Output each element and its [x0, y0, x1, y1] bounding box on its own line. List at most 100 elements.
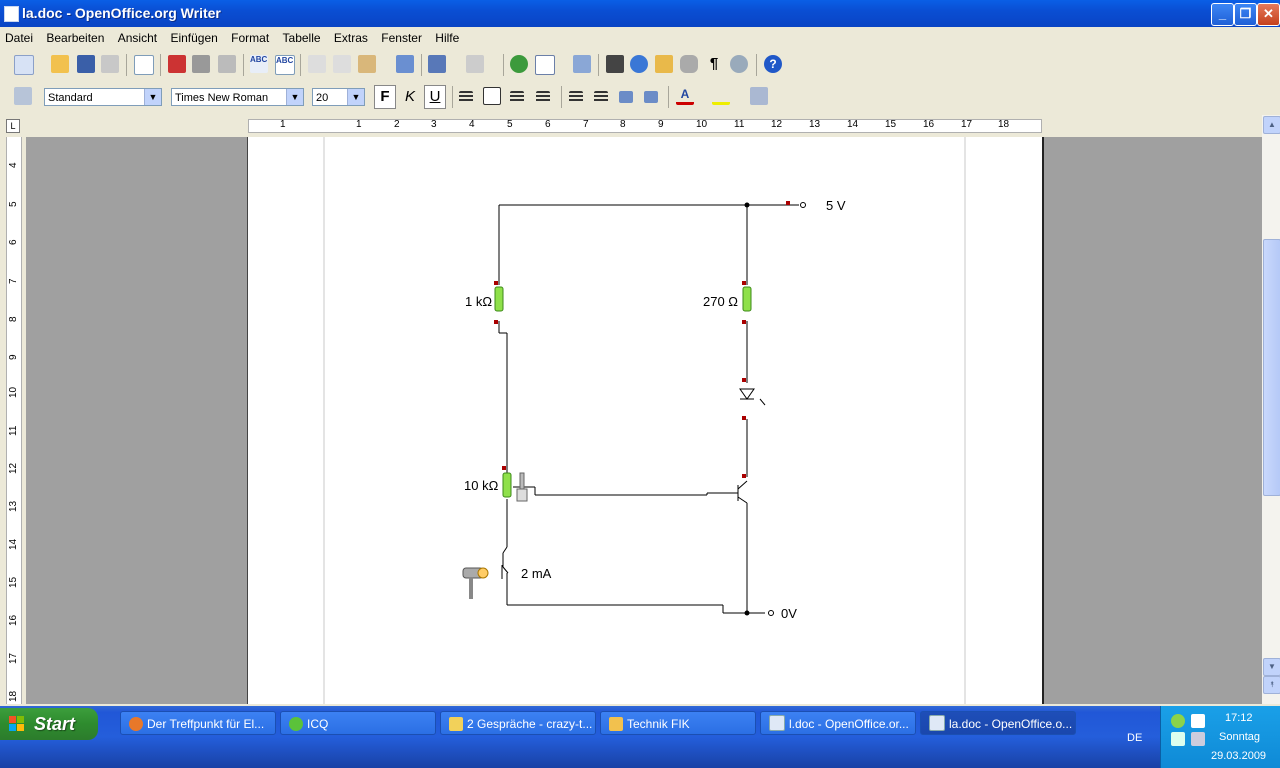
highlight-icon[interactable]	[712, 87, 730, 105]
menu-format[interactable]: Format	[226, 27, 274, 45]
save-icon[interactable]	[77, 55, 95, 73]
decrease-indent-icon[interactable]	[619, 91, 633, 103]
task-folder[interactable]: Technik FIK	[600, 711, 756, 735]
task-writer-2[interactable]: la.doc - OpenOffice.o...	[920, 711, 1076, 735]
chevron-down-icon[interactable]: ▼	[286, 89, 303, 105]
tab-stop-selector[interactable]: L	[6, 119, 20, 133]
tray-network-icon[interactable]	[1171, 732, 1185, 746]
vertical-ruler-number: 17	[8, 652, 19, 664]
task-label: Der Treffpunkt für El...	[147, 717, 265, 731]
open-icon[interactable]	[51, 55, 69, 73]
justify-icon[interactable]	[536, 91, 550, 103]
export-pdf-icon[interactable]	[168, 55, 186, 73]
previous-page-button[interactable]: ⯭	[1263, 676, 1280, 694]
edit-mode-icon[interactable]	[134, 55, 154, 75]
font-name-select[interactable]: Times New Roman ▼	[171, 88, 304, 106]
clock-time[interactable]: 17:12	[1225, 712, 1253, 724]
paragraph-style-select[interactable]: Standard ▼	[44, 88, 162, 106]
scroll-up-button[interactable]: ▲	[1263, 116, 1280, 134]
menu-datei[interactable]: Datei	[0, 27, 38, 45]
zoom-icon[interactable]	[730, 55, 748, 73]
cut-icon[interactable]	[308, 55, 326, 73]
menu-fenster[interactable]: Fenster	[376, 27, 427, 45]
bold-button[interactable]: F	[374, 85, 396, 109]
task-icq[interactable]: ICQ	[280, 711, 436, 735]
horizontal-ruler[interactable]: L 1 1 2 3 4 5 6 7 8 9 10 11 12 13 14 15 16 17 18	[0, 115, 1262, 138]
menu-bearbeiten[interactable]: Bearbeiten	[41, 27, 109, 45]
menu-ansicht[interactable]: Ansicht	[113, 27, 162, 45]
find-replace-icon[interactable]	[606, 55, 624, 73]
vertical-scrollbar[interactable]: ▲ ▼ ⯭	[1262, 115, 1280, 704]
ruler-number: 1	[356, 119, 362, 130]
task-firefox[interactable]: Der Treffpunkt für El...	[120, 711, 276, 735]
tray-icq-icon[interactable]	[1171, 714, 1185, 728]
align-center-icon[interactable]	[483, 87, 501, 105]
vertical-ruler-number: 14	[8, 538, 19, 550]
show-draw-functions-icon[interactable]	[573, 55, 591, 73]
task-writer-1[interactable]: l.doc - OpenOffice.or...	[760, 711, 916, 735]
menu-tabelle[interactable]: Tabelle	[278, 27, 326, 45]
increase-indent-icon[interactable]	[644, 91, 658, 103]
vertical-ruler[interactable]: 4 5 6 7 8 9 10 11 12 13 14 15 16 17 18	[0, 137, 26, 704]
font-size-select[interactable]: 20 ▼	[312, 88, 365, 106]
copy-icon[interactable]	[333, 55, 351, 73]
autospellcheck-icon[interactable]: ABC	[275, 55, 295, 75]
task-chat[interactable]: 2 Gespräche - crazy-t...	[440, 711, 596, 735]
r1-label: 1 kΩ	[465, 294, 492, 309]
windows-flag-icon	[9, 716, 24, 731]
underline-button[interactable]: U	[424, 85, 446, 109]
scroll-down-button[interactable]: ▼	[1263, 658, 1280, 676]
start-label: Start	[34, 714, 76, 734]
print-preview-icon[interactable]	[218, 55, 236, 73]
align-left-icon[interactable]	[459, 91, 473, 103]
menu-extras[interactable]: Extras	[329, 27, 373, 45]
window-title: la.doc - OpenOffice.org Writer	[22, 5, 221, 21]
spellcheck-icon[interactable]: ABC	[250, 55, 268, 73]
menu-hilfe[interactable]: Hilfe	[430, 27, 464, 45]
chevron-down-icon[interactable]: ▼	[144, 89, 161, 105]
align-right-icon[interactable]	[510, 91, 524, 103]
styles-formatting-icon[interactable]	[14, 87, 32, 105]
paste-icon[interactable]	[358, 55, 376, 73]
data-sources-icon[interactable]	[680, 55, 698, 73]
restore-button[interactable]: ❐	[1234, 3, 1257, 26]
tray-zone-icon[interactable]	[1191, 714, 1205, 728]
pilcrow-icon[interactable]: ¶	[705, 55, 723, 73]
vertical-ruler-number: 11	[8, 425, 19, 436]
start-button[interactable]: Start	[0, 708, 98, 740]
gallery-icon[interactable]	[655, 55, 673, 73]
print-icon[interactable]	[192, 55, 210, 73]
taskbar: Start Der Treffpunkt für El... ICQ 2 Ges…	[0, 706, 1280, 768]
email-icon[interactable]	[101, 55, 119, 73]
writer-app-icon[interactable]	[4, 6, 19, 22]
ruler-number: 11	[734, 119, 745, 130]
numbering-icon[interactable]	[569, 91, 583, 103]
chevron-down-icon[interactable]: ▼	[347, 89, 364, 105]
tray-monitor-icon[interactable]	[1191, 732, 1205, 746]
help-icon[interactable]: ?	[764, 55, 782, 73]
table-icon[interactable]	[535, 55, 555, 75]
paragraph-style-value: Standard	[48, 92, 93, 104]
ruler-number: 6	[545, 119, 551, 130]
document-page[interactable]: 5 V 0V 1 kΩ 270 Ω 10 kΩ 2 mA	[247, 137, 1044, 704]
menu-bar: Datei Bearbeiten Ansicht Einfügen Format…	[0, 27, 1280, 49]
format-paintbrush-icon[interactable]	[396, 55, 414, 73]
undo-icon[interactable]	[428, 55, 446, 73]
bullets-icon[interactable]	[594, 91, 608, 103]
scroll-thumb[interactable]	[1263, 239, 1280, 496]
ruler-number: 14	[847, 119, 859, 130]
circuit-diagram: 5 V 0V 1 kΩ 270 Ω 10 kΩ 2 mA	[323, 137, 966, 704]
standard-toolbar: ABC ABC ¶ ?	[0, 49, 1280, 80]
font-color-icon[interactable]: A	[676, 87, 694, 105]
background-color-icon[interactable]	[750, 87, 768, 105]
new-document-icon[interactable]	[14, 55, 34, 75]
redo-icon[interactable]	[466, 55, 484, 73]
navigator-icon[interactable]	[630, 55, 648, 73]
vertical-ruler-number: 10	[8, 386, 19, 398]
language-indicator[interactable]: DE	[1127, 732, 1142, 744]
italic-button[interactable]: K	[399, 85, 421, 109]
menu-einfuegen[interactable]: Einfügen	[165, 27, 222, 45]
close-button[interactable]: ✕	[1257, 3, 1280, 26]
hyperlink-icon[interactable]	[510, 55, 528, 73]
minimize-button[interactable]: _	[1211, 3, 1234, 26]
